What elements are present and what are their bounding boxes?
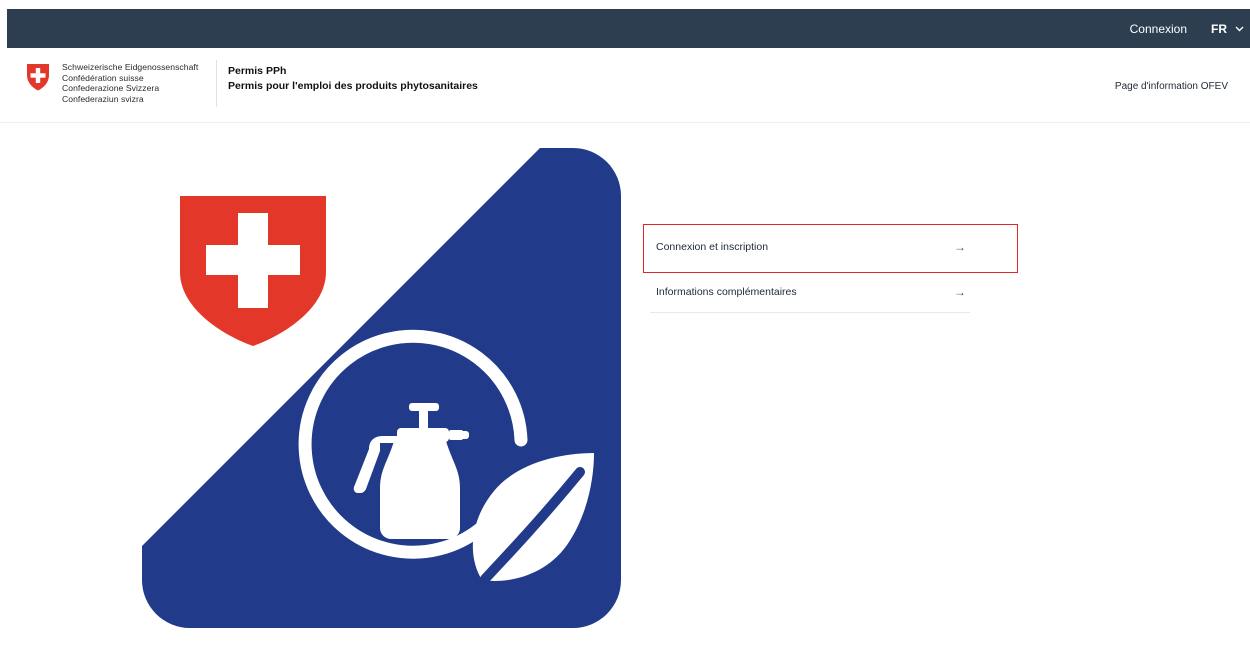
confederation-line: Confédération suisse bbox=[62, 72, 144, 83]
language-label: FR bbox=[1211, 21, 1227, 36]
top-bar: Connexion FR bbox=[7, 9, 1250, 48]
info-page-link[interactable]: Page d'information OFEV bbox=[1115, 81, 1228, 92]
swiss-coat-of-arms-icon[interactable] bbox=[25, 62, 51, 92]
menu-item-label: Connexion et inscription bbox=[656, 241, 769, 253]
menu-item-login-registration[interactable]: Connexion et inscription → bbox=[650, 227, 970, 268]
arrow-right-icon: → bbox=[954, 240, 966, 254]
login-link[interactable]: Connexion bbox=[1130, 22, 1187, 36]
app-logo-graphic bbox=[142, 148, 621, 628]
site-header: Schweizerische Eidgenossenschaft Confédé… bbox=[0, 48, 1250, 123]
confederation-line: Schweizerische Eidgenossenschaft bbox=[62, 62, 199, 72]
app-subtitle: Permis pour l'emploi des produits phytos… bbox=[228, 80, 478, 92]
language-selector[interactable]: FR bbox=[1211, 22, 1244, 36]
app-logo bbox=[142, 148, 621, 628]
confederation-line: Confederaziun svizra bbox=[62, 93, 144, 104]
app-title: Permis PPh bbox=[228, 65, 287, 77]
menu-item-additional-information[interactable]: Informations complémentaires → bbox=[650, 272, 970, 313]
confederation-line: Confederazione Svizzera bbox=[62, 83, 160, 93]
menu-item-label: Informations complémentaires bbox=[656, 286, 797, 298]
arrow-right-icon: → bbox=[954, 285, 966, 299]
chevron-down-icon bbox=[1235, 26, 1244, 31]
action-menu: Connexion et inscription → Informations … bbox=[650, 227, 970, 313]
confederation-text: Schweizerische Eidgenossenschaft Confédé… bbox=[62, 62, 198, 104]
header-divider bbox=[216, 60, 217, 107]
